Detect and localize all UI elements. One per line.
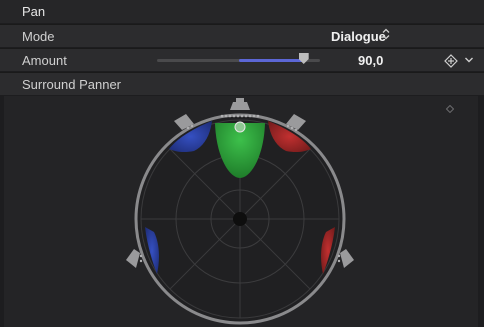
mode-row: Mode Dialogue [0,24,484,47]
keyframe-diamond-icon[interactable] [444,54,458,68]
pan-position-handle [234,121,246,133]
center-speaker-icon [230,102,250,110]
amount-row: Amount 90,0 [0,48,484,71]
surround-panner-area[interactable] [4,96,478,327]
mode-label: Mode [22,28,55,44]
amount-value[interactable]: 90,0 [358,53,383,68]
chevron-down-icon[interactable] [464,55,474,65]
surround-panner-graphic[interactable] [4,96,478,327]
amount-slider-fill [238,59,304,62]
panner-reset-icon[interactable] [446,105,454,113]
right-surround-speaker-icon [340,249,354,268]
mode-popup-value[interactable]: Dialogue [331,29,386,44]
surround-panner-label: Surround Panner [22,76,122,92]
amount-slider[interactable] [157,59,320,62]
left-surround-speaker-icon [126,249,140,268]
amount-slider-thumb[interactable] [298,53,309,64]
pan-title: Pan [22,4,46,19]
amount-label: Amount [22,52,67,68]
center-speaker-cap [236,98,244,103]
updown-chevron-icon[interactable] [382,28,390,40]
pan-section-header[interactable]: Pan [0,0,484,23]
surround-panner-header: Surround Panner [0,72,484,95]
panner-center-puck [233,212,247,226]
